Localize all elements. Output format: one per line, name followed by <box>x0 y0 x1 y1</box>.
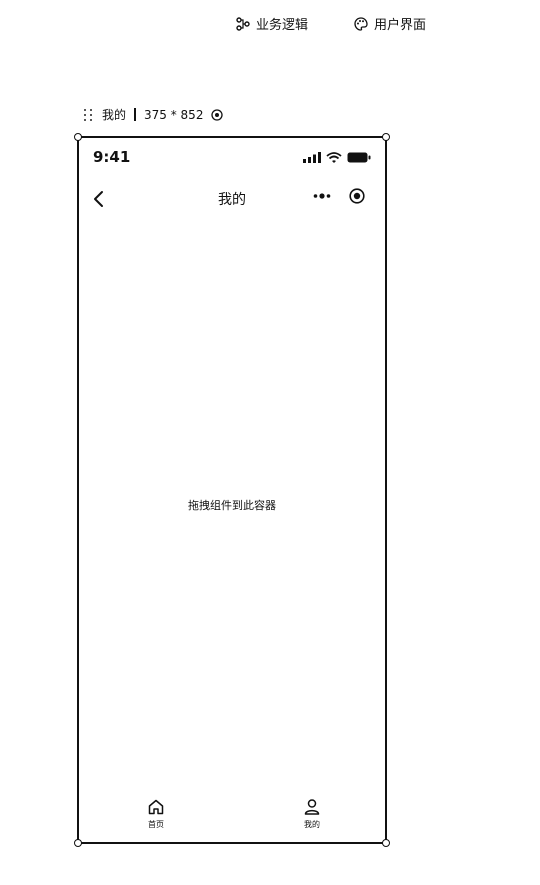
top-tab-bar: 业务逻辑 用户界面 <box>236 14 426 33</box>
resize-handle-top-left[interactable] <box>74 133 82 141</box>
nav-title: 我的 <box>218 192 246 208</box>
resize-handle-bottom-right[interactable] <box>382 839 390 847</box>
tabbar-label-mine: 我的 <box>304 820 320 829</box>
palette-icon <box>354 16 368 31</box>
more-icon[interactable] <box>313 193 331 199</box>
phone-canvas[interactable]: 9:41 我的 拖拽组件到此容器 首页 我的 <box>74 133 390 847</box>
tabbar-label-home: 首页 <box>148 820 164 829</box>
page-meta-row: 我的 375 * 852 <box>84 106 224 123</box>
tabbar-item-home[interactable]: 首页 <box>136 798 176 830</box>
close-circle-icon[interactable] <box>349 188 365 204</box>
tab-user-interface[interactable]: 用户界面 <box>354 14 426 33</box>
drop-zone-hint: 拖拽组件到此容器 <box>188 499 276 512</box>
tab-business-logic-label: 业务逻辑 <box>256 18 309 33</box>
tab-business-logic[interactable]: 业务逻辑 <box>236 14 308 33</box>
back-icon[interactable] <box>91 189 109 209</box>
page-name: 我的 <box>102 108 127 122</box>
tabbar-item-mine[interactable]: 我的 <box>292 798 332 830</box>
page-size: 375 * 852 <box>144 107 204 122</box>
flow-icon <box>236 16 250 31</box>
signal-icon <box>303 151 321 163</box>
target-icon[interactable] <box>211 108 224 121</box>
status-time: 9:41 <box>93 148 131 166</box>
tab-user-interface-label: 用户界面 <box>374 18 427 33</box>
divider <box>134 108 137 121</box>
drag-handle-icon[interactable] <box>84 108 94 121</box>
wifi-icon <box>326 151 342 163</box>
capsule-menu <box>313 188 365 204</box>
battery-icon <box>347 152 371 162</box>
status-bar: 9:41 <box>93 148 371 166</box>
resize-handle-top-right[interactable] <box>382 133 390 141</box>
home-icon <box>148 799 164 815</box>
status-icons <box>303 151 371 163</box>
resize-handle-bottom-left[interactable] <box>74 839 82 847</box>
nav-bar: 我的 <box>79 188 385 210</box>
tab-bar: 首页 我的 <box>79 798 385 832</box>
user-icon <box>304 799 320 815</box>
